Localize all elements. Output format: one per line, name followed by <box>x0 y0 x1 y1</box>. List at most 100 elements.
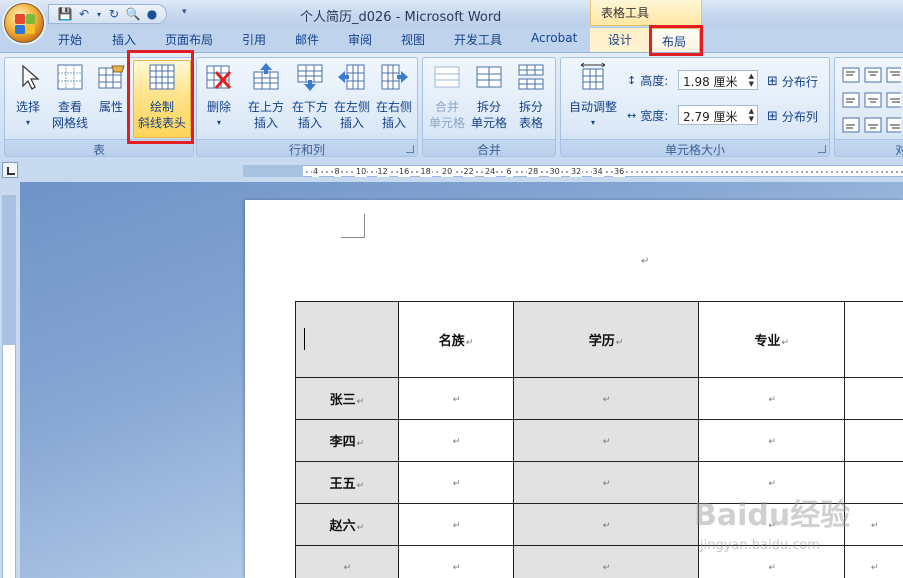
table-cell[interactable]: ↵ <box>697 377 846 420</box>
width-input[interactable]: 2.79 厘米 ▲ ▼ <box>678 105 758 125</box>
ruler-label: 20 <box>441 166 454 177</box>
table-cell[interactable]: ↵ <box>844 545 903 578</box>
distribute-columns-icon: ⊞ <box>767 109 778 124</box>
tab-home[interactable]: 开始 <box>58 31 82 48</box>
quick-access-toolbar: 💾 ↶ ▾ ↻ 🔍 ● <box>48 4 167 24</box>
width-spinner-icon[interactable]: ▲ ▼ <box>749 107 754 123</box>
delete-button[interactable]: 删除 ▾ <box>201 62 237 131</box>
undo-dropdown-icon[interactable]: ▾ <box>95 6 103 22</box>
table-cell[interactable] <box>844 377 903 420</box>
insert-above-icon <box>253 63 279 90</box>
redo-icon[interactable]: ↻ <box>106 6 122 22</box>
tab-mailings[interactable]: 邮件 <box>295 31 319 48</box>
table-row: 张三↵ ↵ ↵ ↵ <box>295 377 903 420</box>
insert-left-icon <box>338 64 365 90</box>
cell-size-group: 自动调整 ▾ ↕ 高度: 1.98 厘米 ▲ ▼ ↔ 宽度: 2.79 厘米 ▲ ▼… <box>560 57 830 157</box>
ruler-label: 32 <box>570 166 583 177</box>
table-cell[interactable] <box>844 301 903 378</box>
table-header-cell[interactable]: 专业↵ <box>697 301 846 378</box>
insert-above-button[interactable]: 在上方 插入 <box>245 62 287 131</box>
circle-icon[interactable]: ● <box>144 6 160 22</box>
insert-right-button[interactable]: 在右侧 插入 <box>373 62 415 131</box>
rows-columns-dialog-launcher-icon[interactable] <box>406 145 414 153</box>
table-row-header-cell[interactable]: 赵六↵ <box>295 503 399 546</box>
distribute-rows-button[interactable]: ⊞ 分布行 <box>767 73 818 90</box>
table-cell-corner[interactable] <box>295 301 399 378</box>
alignment-grid-icon[interactable] <box>841 66 901 136</box>
table-cell[interactable]: ↵ <box>397 419 515 462</box>
merge-group-label: 合并 <box>423 139 555 157</box>
table-cell[interactable]: ↵ <box>513 377 699 420</box>
office-button[interactable] <box>4 3 44 43</box>
table-cell[interactable] <box>844 419 903 462</box>
table-header-cell[interactable]: 学历↵ <box>513 301 699 378</box>
ribbon-tabs: 开始 插入 页面布局 引用 邮件 审阅 视图 开发工具 Acrobat 设计 布… <box>0 28 903 54</box>
document-table[interactable]: 名族↵ 学历↵ 专业↵ 张三↵ ↵ ↵ ↵ 李四↵ ↵ ↵ ↵ 王五↵ ↵ ↵ … <box>295 301 903 578</box>
table-cell[interactable]: ↵ <box>697 419 846 462</box>
tab-references[interactable]: 引用 <box>242 31 266 48</box>
tab-insert[interactable]: 插入 <box>112 31 136 48</box>
print-preview-icon[interactable]: 🔍 <box>125 6 141 22</box>
tab-page-layout[interactable]: 页面布局 <box>165 31 213 48</box>
cell-size-dialog-launcher-icon[interactable] <box>818 145 826 153</box>
merge-cells-button[interactable]: 合并 单元格 <box>427 62 467 131</box>
properties-button[interactable]: 属性 <box>93 62 129 115</box>
table-cell[interactable]: ↵ <box>397 503 515 546</box>
view-gridlines-button[interactable]: 查看 网格线 <box>49 62 91 131</box>
table-cell[interactable]: ↵ <box>513 461 699 504</box>
save-icon[interactable]: 💾 <box>57 6 73 22</box>
split-cells-button[interactable]: 拆分 单元格 <box>469 62 509 131</box>
table-cell[interactable]: ↵ <box>513 503 699 546</box>
table-row-header-cell[interactable]: ↵ <box>295 545 399 578</box>
tab-acrobat[interactable]: Acrobat <box>531 31 577 45</box>
split-table-button[interactable]: 拆分 表格 <box>511 62 551 131</box>
ruler-label: 28 <box>527 166 540 177</box>
baidu-watermark-url: jingyan.baidu.com <box>700 538 820 553</box>
cell-size-group-label: 单元格大小 <box>561 139 829 157</box>
autofit-button[interactable]: 自动调整 ▾ <box>565 62 621 131</box>
baidu-watermark: Baidu经验 <box>694 498 851 533</box>
table-cell[interactable]: ↵ <box>513 545 699 578</box>
autofit-icon <box>580 62 606 90</box>
tab-view[interactable]: 视图 <box>401 31 425 48</box>
insert-below-icon <box>297 64 323 91</box>
table-row-header-cell[interactable]: 张三↵ <box>295 377 399 420</box>
height-spinner-icon[interactable]: ▲ ▼ <box>749 72 754 88</box>
table-cell[interactable] <box>844 461 903 504</box>
tab-selector-icon[interactable] <box>2 162 18 178</box>
paragraph-mark: ↵ <box>641 256 650 267</box>
table-row-header-cell[interactable]: 李四↵ <box>295 419 399 462</box>
window-title: 个人简历_d026 - Microsoft Word <box>300 10 502 25</box>
ruler-label: 6 <box>505 166 513 177</box>
insert-right-icon <box>381 64 408 90</box>
table-cell[interactable]: ↵ <box>513 419 699 462</box>
split-cells-icon <box>476 66 502 88</box>
ruler-label: 18 <box>419 166 432 177</box>
table-header-cell[interactable]: 名族↵ <box>397 301 515 378</box>
distribute-columns-button[interactable]: ⊞ 分布列 <box>767 108 818 125</box>
table-properties-icon <box>98 65 125 89</box>
tab-review[interactable]: 审阅 <box>348 31 372 48</box>
horizontal-ruler[interactable]: 22481012161820222462830323436 <box>243 165 903 177</box>
table-cell[interactable]: ↵ <box>397 377 515 420</box>
undo-icon[interactable]: ↶ <box>76 6 92 22</box>
insert-left-button[interactable]: 在左侧 插入 <box>331 62 373 131</box>
merge-cells-icon <box>434 66 460 88</box>
qat-customize-icon[interactable]: ▾ <box>182 7 187 17</box>
table-cell[interactable]: ↵ <box>397 461 515 504</box>
tab-design[interactable]: 设计 <box>608 31 632 48</box>
insert-below-button[interactable]: 在下方 插入 <box>289 62 331 131</box>
table-cell[interactable]: ↵ <box>397 545 515 578</box>
table-row-header-cell[interactable]: 王五↵ <box>295 461 399 504</box>
ruler-label: 4 <box>312 166 320 177</box>
gridlines-icon <box>57 64 83 90</box>
table-cell[interactable]: ↵ <box>844 503 903 546</box>
ruler-label: 24 <box>484 166 497 177</box>
height-input[interactable]: 1.98 厘米 ▲ ▼ <box>678 70 758 90</box>
tab-developer[interactable]: 开发工具 <box>454 31 502 48</box>
margin-corner-mark <box>341 214 365 238</box>
select-button[interactable]: 选择 ▾ <box>11 62 45 131</box>
ruler-label: 12 <box>376 166 389 177</box>
table-header-row: 名族↵ 学历↵ 专业↵ <box>295 301 903 378</box>
alignment-group-label: 对 <box>835 139 903 157</box>
